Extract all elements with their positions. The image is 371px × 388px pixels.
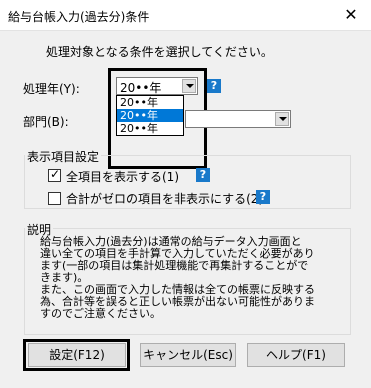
show-all-help-icon[interactable]: ?	[196, 168, 210, 182]
year-select[interactable]: 20••年	[116, 77, 198, 95]
hide-zero-help-icon[interactable]: ?	[256, 190, 270, 204]
show-all-label[interactable]: 全項目を表示する(1)	[66, 168, 179, 185]
year-dropdown-list: 20••年 20••年 20••年	[116, 95, 184, 136]
hide-zero-label[interactable]: 合計がゼロの項目を非表示にする(2)	[66, 190, 263, 207]
chevron-down-icon[interactable]	[182, 79, 196, 93]
window-title: 給与台帳入力(過去分)条件	[8, 10, 150, 24]
description-line: すのでご注意ください。	[40, 307, 161, 320]
department-label: 部門(B):	[23, 115, 69, 129]
department-select[interactable]	[185, 110, 291, 128]
year-selected-value: 20••年	[120, 81, 162, 95]
show-all-checkbox[interactable]	[48, 167, 61, 182]
title-bar: 給与台帳入力(過去分)条件 ✕	[0, 0, 371, 31]
description-text: 給与台帳入力(過去分)は通常の給与データ入力画面と 違い全ての項目を手計算で入力…	[40, 236, 345, 320]
year-option-selected[interactable]: 20••年	[117, 109, 183, 122]
cancel-button[interactable]: キャンセル(Esc)	[140, 343, 236, 367]
instruction-text: 処理対象となる条件を選択してください。	[46, 45, 273, 59]
display-settings-title: 表示項目設定	[25, 148, 102, 165]
chevron-down-icon[interactable]	[275, 112, 289, 126]
year-option[interactable]: 20••年	[117, 96, 183, 109]
close-icon[interactable]: ✕	[331, 0, 371, 30]
settings-button[interactable]: 設定(F12)	[28, 343, 126, 367]
year-option[interactable]: 20••年	[117, 122, 183, 135]
hide-zero-checkbox[interactable]	[48, 192, 61, 205]
year-label: 処理年(Y):	[23, 82, 80, 96]
year-help-icon[interactable]: ?	[207, 79, 221, 93]
help-button[interactable]: ヘルプ(F1)	[247, 343, 345, 367]
